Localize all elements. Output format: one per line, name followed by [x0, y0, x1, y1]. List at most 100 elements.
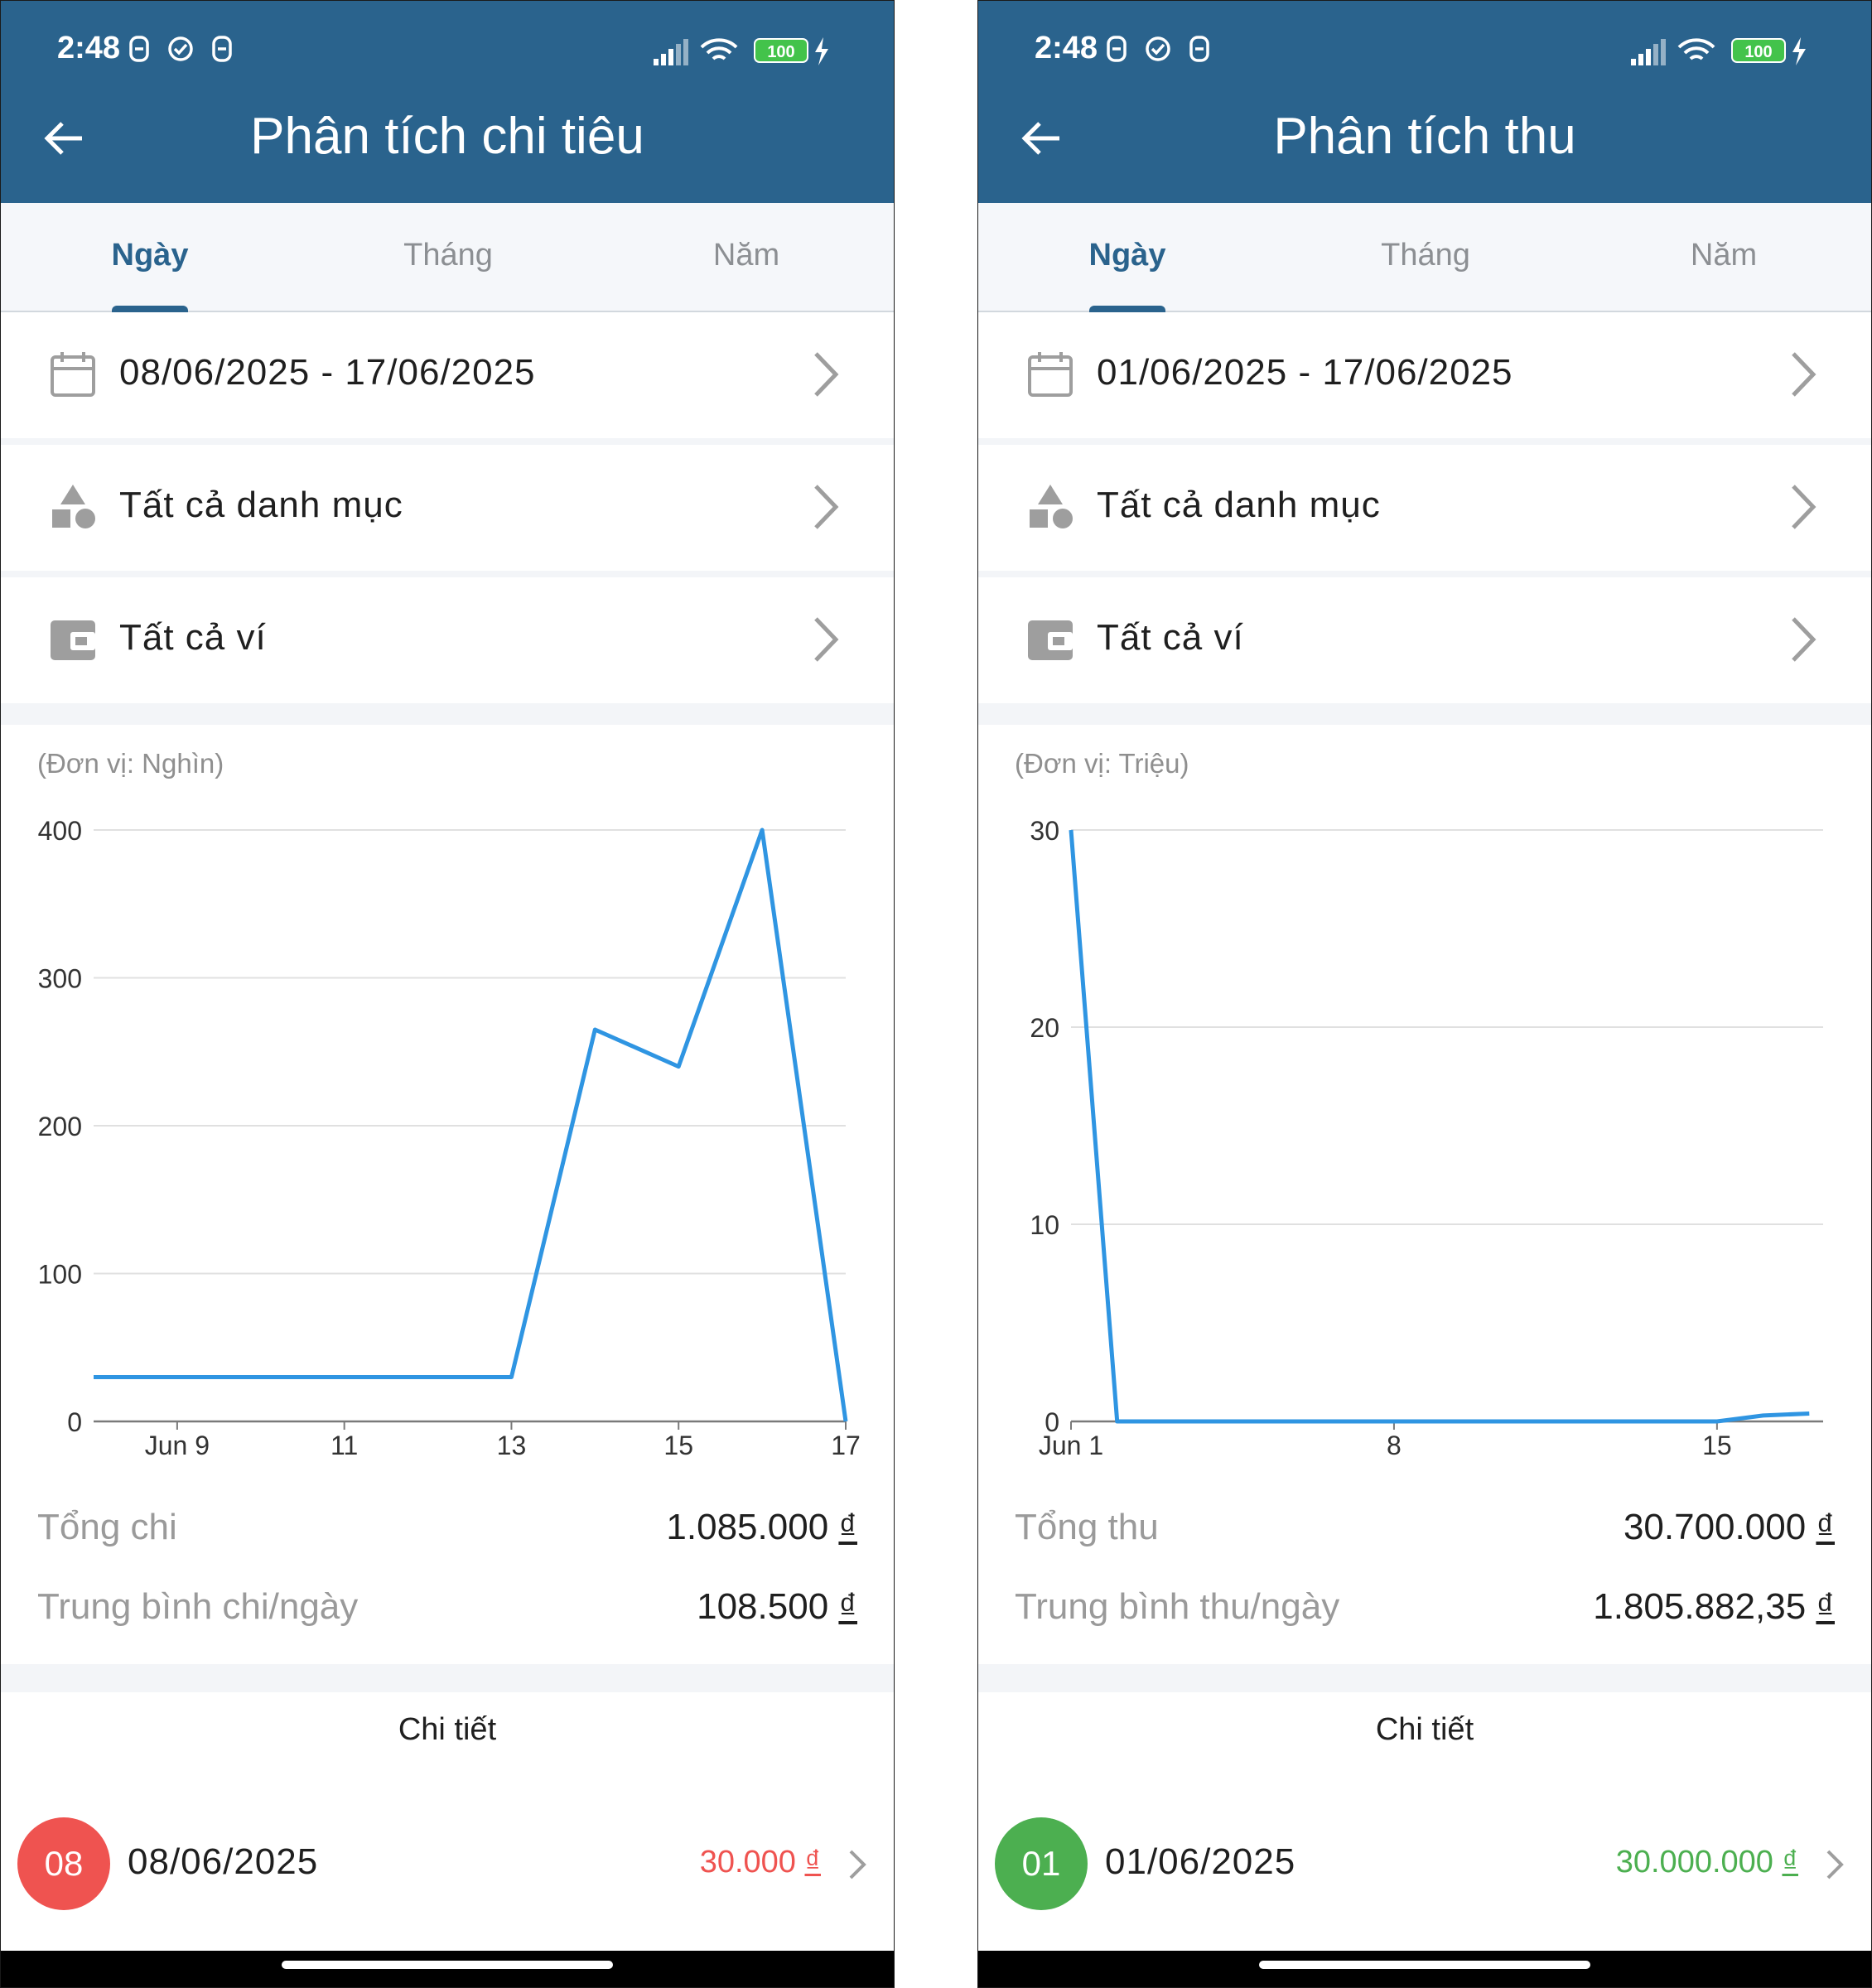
chevron-right-icon [814, 485, 839, 529]
chart-unit-label: (Đơn vị: Nghìn) [37, 748, 224, 779]
wallet-filter[interactable]: Tất cả ví [978, 577, 1871, 703]
wallet-filter[interactable]: Tất cả ví [1, 577, 894, 703]
average-label: Trung bình chi/ngày [37, 1586, 359, 1627]
y-tick-label: 10 [1030, 1210, 1059, 1240]
date-range-filter[interactable]: 08/06/2025 - 17/06/2025 [1, 312, 894, 438]
total-row: Tổng chi 1.085.000 ₫ [37, 1507, 857, 1556]
day-badge: 08 [17, 1817, 110, 1910]
tab-day[interactable]: Ngày [1, 238, 299, 273]
day-badge: 01 [995, 1817, 1088, 1910]
category-shapes-icon [52, 485, 95, 528]
entry-amount: 30.000 ₫ [699, 1845, 821, 1879]
category-label: Tất cả danh mục [1097, 485, 1381, 525]
chevron-right-icon [1792, 617, 1817, 662]
tab-month[interactable]: Tháng [1276, 238, 1575, 273]
calendar-icon [1028, 352, 1073, 397]
notification-icons [1107, 36, 1209, 62]
average-row: Trung bình thu/ngày 1.805.882,35 ₫ [1015, 1586, 1835, 1636]
x-tick-label: 15 [663, 1431, 693, 1459]
date-range-filter[interactable]: 01/06/2025 - 17/06/2025 [978, 312, 1871, 438]
date-range-label: 01/06/2025 - 17/06/2025 [1097, 352, 1513, 393]
y-tick-label: 400 [38, 816, 82, 846]
notification-icons [129, 36, 232, 62]
series-line [1069, 829, 1810, 1424]
category-filter[interactable]: Tất cả danh mục [978, 445, 1871, 571]
average-row: Trung bình chi/ngày 108.500 ₫ [37, 1586, 857, 1636]
average-value: 108.500 ₫ [697, 1586, 857, 1627]
tab-year[interactable]: Năm [1575, 238, 1871, 273]
active-tab-indicator [112, 306, 188, 312]
battery-level: 100 [1744, 43, 1772, 61]
page-title: Phân tích chi tiêu [250, 108, 644, 165]
system-nav-bar [1, 1951, 894, 1987]
category-label: Tất cả danh mục [119, 485, 403, 525]
x-tick-label: Jun 1 [1039, 1431, 1103, 1459]
chevron-right-icon [814, 352, 839, 397]
divider [1, 438, 894, 445]
x-tick-label: 8 [1387, 1431, 1402, 1459]
y-tick-label: 100 [38, 1260, 82, 1290]
section-divider [978, 703, 1871, 725]
entry-date: 08/06/2025 [128, 1841, 319, 1882]
y-tick-label: 30 [1030, 816, 1059, 846]
total-label: Tổng thu [1015, 1507, 1159, 1547]
period-tabs: Ngày Tháng Năm [978, 203, 1871, 312]
phone-screen-income: 2:48 100 Phân tích thu Ngày Tháng Năm 01 [977, 0, 1872, 1988]
y-tick-label: 200 [38, 1112, 82, 1141]
active-tab-indicator [1089, 306, 1165, 312]
category-shapes-icon [1030, 485, 1073, 528]
entry-amount: 30.000.000 ₫ [1615, 1845, 1798, 1879]
page-title: Phân tích thu [1273, 108, 1576, 165]
battery-level: 100 [767, 43, 794, 61]
average-label: Trung bình thu/ngày [1015, 1586, 1340, 1627]
total-value: 1.085.000 ₫ [666, 1507, 857, 1547]
system-nav-bar [978, 1951, 1871, 1987]
home-indicator[interactable] [282, 1961, 613, 1969]
date-range-label: 08/06/2025 - 17/06/2025 [119, 352, 536, 393]
wallet-icon [1028, 620, 1073, 660]
app-bar: 2:48 100 Phân tích chi tiêu [1, 1, 894, 203]
tab-day[interactable]: Ngày [978, 238, 1276, 273]
section-divider [1, 703, 894, 725]
total-label: Tổng chi [37, 1507, 177, 1547]
home-indicator[interactable] [1259, 1961, 1590, 1969]
status-bar-icons: 100 [654, 37, 828, 65]
divider [1, 571, 894, 577]
divider [978, 438, 1871, 445]
section-divider [1, 1664, 894, 1692]
tab-month[interactable]: Tháng [299, 238, 597, 273]
y-tick-label: 0 [67, 1407, 82, 1437]
wallet-label: Tất cả ví [1097, 617, 1244, 658]
x-tick-label: 15 [1702, 1431, 1732, 1459]
x-tick-label: Jun 9 [145, 1431, 210, 1459]
category-filter[interactable]: Tất cả danh mục [1, 445, 894, 571]
divider [978, 571, 1871, 577]
tab-year[interactable]: Năm [597, 238, 894, 273]
expense-line-chart: 0 100 200 300 400 Jun 9 11 13 15 17 [38, 816, 861, 1459]
total-value: 30.700.000 ₫ [1623, 1507, 1835, 1547]
average-value: 1.805.882,35 ₫ [1593, 1586, 1835, 1627]
wallet-label: Tất cả ví [119, 617, 267, 658]
detail-heading: Chi tiết [1375, 1712, 1474, 1747]
total-row: Tổng thu 30.700.000 ₫ [1015, 1507, 1835, 1556]
status-time: 2:48 [57, 31, 121, 65]
phone-screen-expense: 2:48 100 Phân tích chi tiêu Ngày Tháng N… [0, 0, 895, 1988]
detail-heading: Chi tiết [398, 1712, 497, 1747]
entry-date: 01/06/2025 [1105, 1841, 1296, 1882]
chevron-right-icon [1826, 1850, 1844, 1879]
chevron-right-icon [1792, 352, 1817, 397]
section-divider [978, 1664, 1871, 1692]
wallet-icon [51, 620, 95, 660]
income-line-chart: 0102030Jun 1 8 15 [1030, 816, 1823, 1459]
y-tick-label: 300 [38, 964, 82, 994]
y-tick-label: 20 [1030, 1013, 1059, 1043]
chevron-right-icon [1792, 485, 1817, 529]
period-tabs: Ngày Tháng Năm [1, 203, 894, 312]
status-bar-icons: 100 [1631, 37, 1806, 65]
status-time: 2:48 [1035, 31, 1098, 65]
chevron-right-icon [849, 1850, 866, 1879]
chevron-right-icon [814, 617, 839, 662]
chart-unit-label: (Đơn vị: Triệu) [1015, 748, 1189, 779]
x-tick-label: 17 [831, 1431, 861, 1459]
app-bar: 2:48 100 Phân tích thu [978, 1, 1871, 203]
